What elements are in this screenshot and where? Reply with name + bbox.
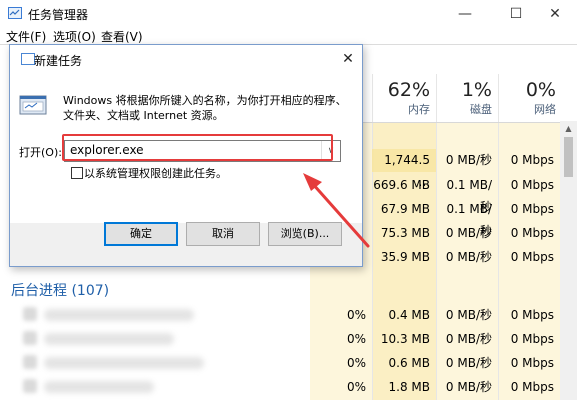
disk-cell: 0 MB/秒 xyxy=(445,153,492,167)
network-cell: 0 Mbps xyxy=(510,332,554,346)
run-dialog-icon xyxy=(21,53,35,65)
memory-percent: 62% xyxy=(387,79,430,101)
task-manager-titlebar: 任务管理器 — ☐ ✕ xyxy=(0,0,577,28)
memory-cell: 35.9 MB xyxy=(380,250,430,264)
disk-cell: 0 MB/秒 xyxy=(445,250,492,264)
cpu-cell: 0% xyxy=(346,332,366,346)
cancel-button[interactable]: 取消 xyxy=(186,222,260,246)
disk-cell: 0.1 MB/秒 xyxy=(446,178,492,214)
menu-view[interactable]: 查看(V) xyxy=(101,28,143,45)
network-cell: 0 Mbps xyxy=(510,308,554,322)
memory-label: 内存 xyxy=(408,103,430,116)
network-column-header[interactable]: 0% 网络 xyxy=(498,79,556,117)
process-name-blurred xyxy=(44,333,174,345)
background-processes-title[interactable]: 后台进程 (107) xyxy=(11,280,109,300)
memory-cell: 67.9 MB xyxy=(380,202,430,216)
process-name-blurred xyxy=(44,357,204,369)
window-title: 任务管理器 xyxy=(28,8,89,22)
dialog-title: 新建任务 xyxy=(34,54,83,68)
memory-cell: 75.3 MB xyxy=(380,226,430,240)
admin-privilege-checkbox[interactable] xyxy=(71,167,83,179)
memory-cell: 0.6 MB xyxy=(388,356,430,370)
memory-cell: 669.6 MB xyxy=(373,178,430,192)
open-label: 打开(O): xyxy=(19,146,62,159)
process-icon xyxy=(23,331,37,345)
disk-label: 磁盘 xyxy=(470,103,492,116)
network-cell: 0 Mbps xyxy=(510,178,554,192)
process-icon xyxy=(23,307,37,321)
minimize-icon[interactable]: — xyxy=(442,0,488,28)
memory-cell: 0.4 MB xyxy=(388,308,430,322)
new-task-dialog: 新建任务 ✕ Windows 将根据你所键入的名称，为你打开相应的程序、文件夹、… xyxy=(9,44,363,267)
close-icon[interactable]: ✕ xyxy=(532,0,577,28)
disk-cell: 0 MB/秒 xyxy=(445,332,492,346)
menu-options[interactable]: 选项(O) xyxy=(53,28,96,45)
network-cell: 0 Mbps xyxy=(510,356,554,370)
network-label: 网络 xyxy=(534,103,556,116)
process-name-blurred xyxy=(44,309,194,321)
disk-cell: 0.1 MB/秒 xyxy=(446,202,492,238)
network-percent: 0% xyxy=(525,79,556,101)
browse-button[interactable]: 浏览(B)... xyxy=(268,222,342,246)
memory-cell: 1,744.5 ... xyxy=(384,153,430,189)
disk-cell: 0 MB/秒 xyxy=(445,356,492,370)
cpu-cell: 0% xyxy=(346,356,366,370)
network-cell: 0 Mbps xyxy=(510,380,554,394)
network-cell: 0 Mbps xyxy=(510,153,554,167)
network-cell: 0 Mbps xyxy=(510,202,554,216)
dialog-close-icon[interactable]: ✕ xyxy=(336,47,360,71)
disk-column-header[interactable]: 1% 磁盘 xyxy=(436,79,492,117)
network-cell: 0 Mbps xyxy=(510,250,554,264)
disk-percent: 1% xyxy=(461,79,492,101)
menu-file[interactable]: 文件(F) xyxy=(6,28,46,45)
dialog-titlebar: 新建任务 ✕ xyxy=(10,45,362,73)
menu-bar: 文件(F) 选项(O) 查看(V) xyxy=(0,27,577,44)
process-name-blurred xyxy=(44,381,154,393)
cpu-cell: 0% xyxy=(346,308,366,322)
process-icon xyxy=(23,379,37,393)
scroll-thumb[interactable] xyxy=(564,137,573,177)
cpu-cell: 0% xyxy=(346,380,366,394)
admin-privilege-label[interactable]: 以系统管理权限创建此任务。 xyxy=(84,165,227,181)
disk-cell: 0 MB/秒 xyxy=(445,380,492,394)
scroll-up-icon[interactable]: ▲ xyxy=(560,121,577,137)
vertical-scrollbar[interactable]: ▲ xyxy=(560,121,577,400)
memory-column-header[interactable]: 62% 内存 xyxy=(372,79,430,117)
highlight-box xyxy=(62,134,333,161)
network-cell: 0 Mbps xyxy=(510,226,554,240)
memory-cell: 1.8 MB xyxy=(388,380,430,394)
ok-button[interactable]: 确定 xyxy=(104,222,178,246)
disk-cell: 0 MB/秒 xyxy=(445,226,492,240)
disk-cell: 0 MB/秒 xyxy=(445,308,492,322)
memory-cell: 10.3 MB xyxy=(380,332,430,346)
dialog-description: Windows 将根据你所键入的名称，为你打开相应的程序、文件夹、文档或 Int… xyxy=(63,94,347,122)
task-manager-icon xyxy=(8,7,22,19)
run-program-icon xyxy=(19,93,49,117)
process-icon xyxy=(23,355,37,369)
